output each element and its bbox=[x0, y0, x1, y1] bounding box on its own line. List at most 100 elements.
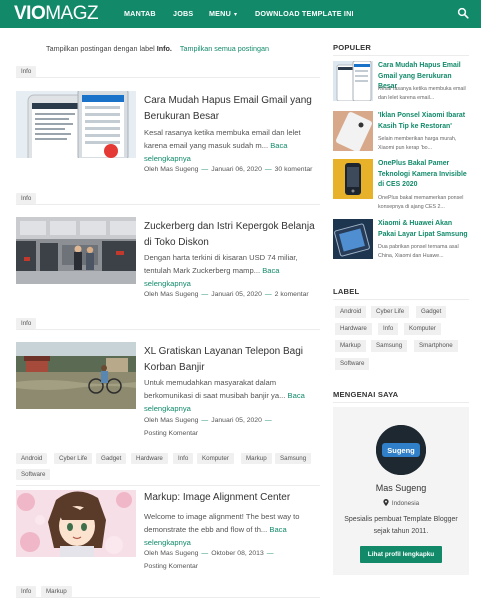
post-date: Januari 06, 2020 bbox=[211, 166, 262, 173]
label-tag[interactable]: Markup bbox=[335, 340, 366, 352]
label-tag[interactable]: Gadget bbox=[416, 306, 447, 318]
post-thumbnail[interactable] bbox=[16, 490, 136, 557]
post-title[interactable]: Cara Mudah Hapus Email Gmail yang Beruku… bbox=[144, 93, 320, 125]
post-meta: Oleh Mas Sugeng — Oktober 08, 2013— Posting… bbox=[144, 550, 274, 570]
popular-excerpt: Selain memberikan harga murah, Xiaomi pu… bbox=[378, 136, 457, 151]
post-tag[interactable]: Markup bbox=[41, 586, 72, 597]
post-title[interactable]: XL Gratiskan Layanan Telepon Bagi Korban… bbox=[144, 344, 320, 376]
popular-title[interactable]: Xiaomi & Huawei Akan Pakai Layar Lipat S… bbox=[378, 219, 470, 240]
popular-title[interactable]: 'Iklan Ponsel Xiaomi Ibarat Kasih Tip ke… bbox=[378, 111, 470, 132]
popular-excerpt: Kesal rasanya ketika membuka email dan l… bbox=[378, 86, 466, 101]
post-tag[interactable]: Hardware bbox=[131, 453, 168, 464]
divider bbox=[333, 402, 469, 403]
popular-item[interactable]: 'Iklan Ponsel Xiaomi Ibarat Kasih Tip ke… bbox=[333, 111, 469, 153]
label-filter-notice: Tampilkan postingan dengan label Info. T… bbox=[46, 44, 269, 53]
post-date: Januari 05, 2020 bbox=[211, 291, 262, 298]
filter-label: Info. bbox=[156, 44, 172, 53]
post-author[interactable]: Oleh Mas Sugeng bbox=[144, 166, 198, 173]
profile-description: Spesialis pembuat Template Blogger sejak… bbox=[344, 516, 458, 535]
popular-thumbnail[interactable] bbox=[333, 219, 373, 259]
post-tag[interactable]: Cyber Life bbox=[54, 453, 93, 464]
post-tag-row: Android Cyber Life Gadget Hardware Info … bbox=[16, 453, 320, 485]
top-navbar: VIOMAGZ MANTAB JOBS MENU ▾ DOWNLOAD TEMPL… bbox=[0, 0, 481, 28]
post-comments[interactable]: 30 komentar bbox=[275, 166, 313, 173]
post-tag[interactable]: Software bbox=[16, 469, 51, 480]
label-tag[interactable]: Info bbox=[378, 323, 399, 335]
post-tag[interactable]: Samsung bbox=[275, 453, 312, 464]
post-author[interactable]: Oleh Mas Sugeng bbox=[144, 291, 198, 298]
divider bbox=[333, 55, 469, 56]
view-full-profile-button[interactable]: Lihat profil lengkapku bbox=[360, 546, 442, 563]
label-tag[interactable]: Software bbox=[335, 358, 370, 370]
post-card: Cara Mudah Hapus Email Gmail yang Beruku… bbox=[16, 91, 320, 183]
show-all-posts-link[interactable]: Tampilkan semua postingan bbox=[180, 44, 269, 53]
label-tag[interactable]: Android bbox=[335, 306, 367, 318]
post-meta: Oleh Mas Sugeng — Januari 06, 2020—30 kome… bbox=[144, 166, 313, 173]
popular-thumbnail[interactable] bbox=[333, 61, 373, 101]
popular-title[interactable]: OnePlus Bakal Pamer Teknologi Kamera Inv… bbox=[378, 159, 470, 191]
post-comments[interactable]: 2 komentar bbox=[275, 291, 309, 298]
post-card: Zuckerberg dan Istri Kepergok Belanja di… bbox=[16, 217, 320, 307]
popular-excerpt: Dua pabrikan ponsel ternama asal China, … bbox=[378, 244, 459, 259]
nav-item-menu[interactable]: MENU ▾ bbox=[209, 9, 237, 18]
post-excerpt: Untuk memudahkan masyarakat dalam berkom… bbox=[144, 378, 305, 413]
post-comments[interactable]: Posting Komentar bbox=[144, 563, 198, 570]
popular-thumbnail[interactable] bbox=[333, 159, 373, 199]
post-date: Oktober 08, 2013 bbox=[211, 550, 264, 557]
post-tag[interactable]: Info bbox=[16, 193, 37, 204]
search-icon[interactable] bbox=[457, 7, 469, 19]
divider bbox=[333, 299, 469, 300]
popular-item[interactable]: Cara Mudah Hapus Email Gmail yang Beruku… bbox=[333, 61, 469, 103]
post-author[interactable]: Oleh Mas Sugeng bbox=[144, 417, 198, 424]
post-tag[interactable]: Info bbox=[16, 318, 37, 329]
about-heading: MENGENAI SAYA bbox=[333, 390, 399, 399]
post-excerpt: Welcome to image alignment! The best way… bbox=[144, 512, 300, 547]
popular-thumbnail[interactable] bbox=[333, 111, 373, 151]
label-tag[interactable]: Cyber Life bbox=[371, 306, 410, 318]
post-tag-row: Info bbox=[16, 66, 320, 78]
popular-heading: POPULER bbox=[333, 43, 372, 52]
post-tag-row: Info Markup bbox=[16, 586, 320, 598]
popular-item[interactable]: OnePlus Bakal Pamer Teknologi Kamera Inv… bbox=[333, 159, 470, 210]
nav-item-download-template[interactable]: DOWNLOAD TEMPLATE INI bbox=[255, 9, 354, 18]
post-comments[interactable]: Posting Komentar bbox=[144, 430, 198, 437]
post-thumbnail[interactable] bbox=[16, 342, 136, 409]
post-date: Januari 05, 2020 bbox=[211, 417, 262, 424]
label-tag[interactable]: Komputer bbox=[404, 323, 441, 335]
profile-location: Indonesia bbox=[333, 499, 469, 507]
nav-item-mantab[interactable]: MANTAB bbox=[124, 9, 156, 18]
label-tag[interactable]: Smartphone bbox=[414, 340, 458, 352]
post-meta: Oleh Mas Sugeng — Januari 05, 2020— Posting… bbox=[144, 417, 272, 437]
post-card: Markup: Image Alignment Center Welcome t… bbox=[16, 490, 320, 580]
post-tag[interactable]: Komputer bbox=[197, 453, 234, 464]
label-tag[interactable]: Samsung bbox=[371, 340, 408, 352]
post-thumbnail[interactable] bbox=[16, 217, 136, 284]
site-logo[interactable]: VIOMAGZ bbox=[14, 4, 99, 23]
profile-name[interactable]: Mas Sugeng bbox=[333, 483, 469, 493]
label-tag[interactable]: Hardware bbox=[335, 323, 372, 335]
popular-excerpt: OnePlus bakal memamerkan ponsel konsepny… bbox=[378, 195, 464, 210]
post-card: XL Gratiskan Layanan Telepon Bagi Korban… bbox=[16, 342, 320, 442]
post-tag[interactable]: Markup bbox=[241, 453, 272, 464]
avatar[interactable]: Sugeng bbox=[376, 425, 426, 475]
post-tag[interactable]: Info bbox=[16, 586, 37, 597]
popular-item[interactable]: Xiaomi & Huawei Akan Pakai Layar Lipat S… bbox=[333, 219, 469, 261]
post-title[interactable]: Markup: Image Alignment Center bbox=[144, 490, 320, 506]
location-pin-icon bbox=[383, 499, 389, 506]
label-heading: LABEL bbox=[333, 287, 360, 296]
nav-item-jobs[interactable]: JOBS bbox=[173, 9, 193, 18]
about-me-card: Sugeng Mas Sugeng Indonesia Spesialis pe… bbox=[333, 407, 469, 575]
post-tag-row: Info bbox=[16, 193, 320, 205]
post-title[interactable]: Zuckerberg dan Istri Kepergok Belanja di… bbox=[144, 219, 320, 251]
post-thumbnail[interactable] bbox=[16, 91, 136, 158]
post-author[interactable]: Oleh Mas Sugeng bbox=[144, 550, 198, 557]
post-tag-row: Info bbox=[16, 318, 320, 330]
post-excerpt: Dengan harta terkini di kisaran USD 74 m… bbox=[144, 253, 298, 288]
post-tag[interactable]: Android bbox=[16, 453, 48, 464]
chevron-down-icon: ▾ bbox=[233, 12, 238, 18]
post-meta: Oleh Mas Sugeng — Januari 05, 2020—2 komen… bbox=[144, 291, 309, 298]
post-tag[interactable]: Info bbox=[173, 453, 194, 464]
avatar-text: Sugeng bbox=[387, 446, 415, 455]
post-tag[interactable]: Gadget bbox=[96, 453, 127, 464]
post-tag[interactable]: Info bbox=[16, 66, 37, 77]
